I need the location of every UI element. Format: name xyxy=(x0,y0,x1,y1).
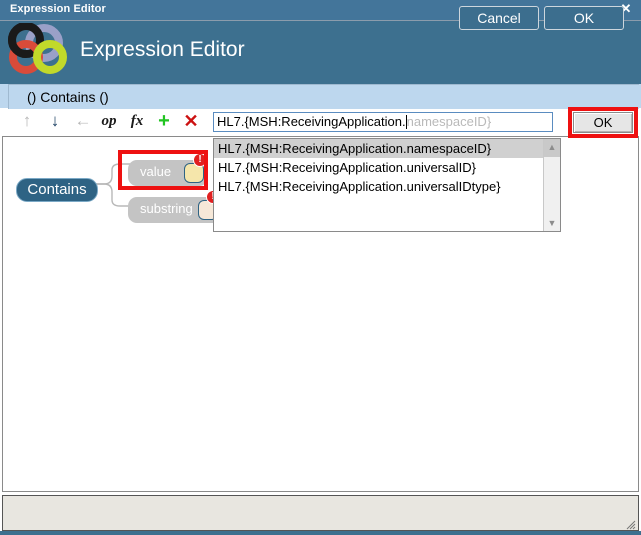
expression-input-suggestion: namespaceID} xyxy=(406,114,492,129)
autocomplete-scrollbar[interactable]: ▲ ▼ xyxy=(543,139,560,231)
expression-summary-band: () Contains () xyxy=(0,84,641,109)
expression-input-value: HL7.{MSH:ReceivingApplication. xyxy=(217,114,406,129)
cancel-button[interactable]: Cancel xyxy=(459,6,539,30)
autocomplete-item[interactable]: HL7.{MSH:ReceivingApplication.universalI… xyxy=(214,177,543,196)
expression-summary-inner: () Contains () xyxy=(8,84,639,109)
dialog-footer xyxy=(2,495,639,531)
page-title: Expression Editor xyxy=(80,38,245,61)
function-icon[interactable]: fx xyxy=(126,111,148,131)
application-logo xyxy=(6,22,76,83)
expression-summary-text: () Contains () xyxy=(27,89,109,105)
move-up-icon[interactable]: ↑ xyxy=(16,111,38,131)
error-badge-value: ! xyxy=(193,153,207,167)
ok-button[interactable]: OK xyxy=(544,6,624,30)
parameter-label-substring: substring xyxy=(140,201,193,216)
function-node-contains[interactable]: Contains xyxy=(16,178,98,202)
autocomplete-item[interactable]: HL7.{MSH:ReceivingApplication.namespaceI… xyxy=(214,139,543,158)
window-title: Expression Editor xyxy=(10,3,106,15)
footer-accent-strip xyxy=(0,531,641,535)
scroll-up-icon[interactable]: ▲ xyxy=(544,139,560,155)
scroll-down-icon[interactable]: ▼ xyxy=(544,215,560,231)
autocomplete-list: HL7.{MSH:ReceivingApplication.namespaceI… xyxy=(214,139,543,231)
parameter-label-value: value xyxy=(140,164,172,179)
expression-editor-window: Expression Editor ✕ Expression Editor ()… xyxy=(0,0,641,535)
resize-grip[interactable] xyxy=(624,517,636,530)
operator-icon[interactable]: op xyxy=(98,111,120,131)
expression-input[interactable]: HL7.{MSH:ReceivingApplication.namespaceI… xyxy=(213,112,553,132)
app-banner: Expression Editor xyxy=(0,21,641,84)
autocomplete-item[interactable]: HL7.{MSH:ReceivingApplication.universalI… xyxy=(214,158,543,177)
apply-ok-button[interactable]: OK xyxy=(573,112,633,133)
add-icon[interactable]: + xyxy=(153,111,175,131)
move-down-icon[interactable]: ↓ xyxy=(44,111,66,131)
autocomplete-popup: HL7.{MSH:ReceivingApplication.namespaceI… xyxy=(213,138,561,232)
move-left-icon[interactable]: ← xyxy=(72,111,94,131)
delete-icon[interactable]: ✕ xyxy=(180,111,202,131)
